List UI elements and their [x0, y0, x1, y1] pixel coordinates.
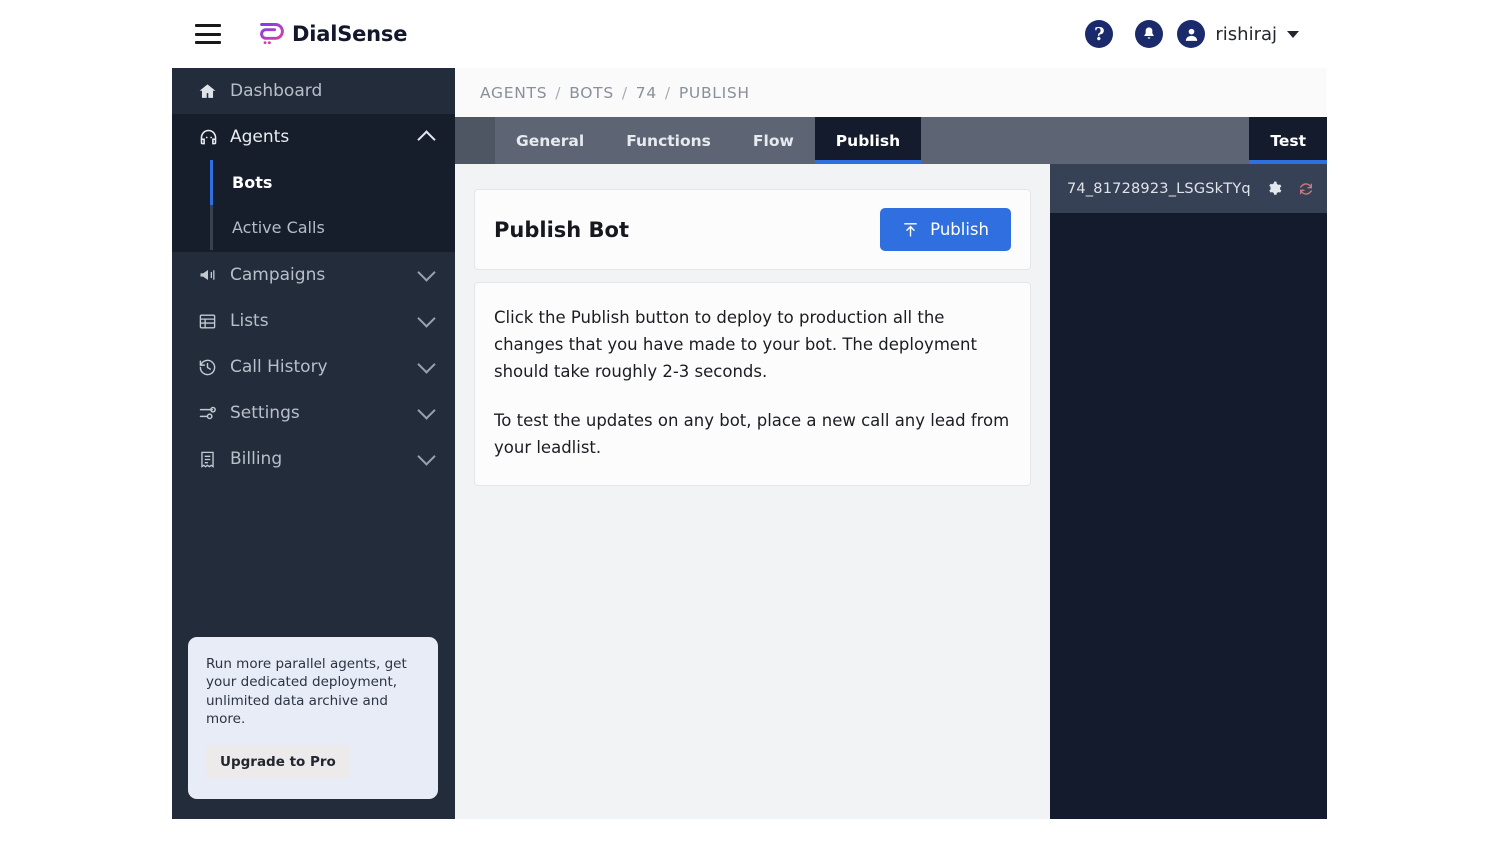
sidebar-item-settings[interactable]: Settings [172, 390, 455, 436]
tab-functions[interactable]: Functions [605, 117, 732, 164]
chevron-up-icon [417, 130, 436, 149]
tab-general[interactable]: General [495, 117, 605, 164]
sidebar-item-campaigns[interactable]: Campaigns [172, 252, 455, 298]
brand-logo[interactable]: DialSense [258, 21, 407, 47]
publish-info-body: Click the Publish button to deploy to pr… [475, 283, 1030, 485]
sidebar-subnav-agents: Bots Active Calls [172, 160, 455, 252]
sidebar-item-billing[interactable]: Billing [172, 436, 455, 482]
publish-info-card: Click the Publish button to deploy to pr… [474, 282, 1031, 487]
breadcrumb-separator: / [555, 83, 562, 102]
sidebar-item-label: Lists [230, 311, 269, 331]
chevron-down-icon [417, 446, 436, 466]
top-header-actions: ? rishiraj [1085, 20, 1299, 48]
publish-button-label: Publish [930, 220, 989, 239]
tab-bar-right: Test [1249, 117, 1327, 164]
sidebar-item-label: Settings [230, 403, 300, 423]
sidebar-item-label: Dashboard [230, 81, 323, 101]
tab-flow[interactable]: Flow [732, 117, 815, 164]
breadcrumb: AGENTS / BOTS / 74 / PUBLISH [455, 68, 1327, 117]
publish-pane: Publish Bot Publish Click the Publish bu… [455, 164, 1050, 819]
brand-name: DialSense [292, 22, 408, 46]
sidebar-subitem-label: Active Calls [232, 218, 325, 237]
publish-header-card: Publish Bot Publish [474, 189, 1031, 270]
breadcrumb-item-publish[interactable]: PUBLISH [679, 84, 750, 102]
breadcrumb-item-bots[interactable]: BOTS [569, 84, 614, 102]
sidebar-item-agents[interactable]: Agents [172, 114, 455, 160]
tab-publish[interactable]: Publish [814, 117, 922, 164]
chevron-down-icon [1287, 30, 1299, 38]
sidebar-item-bots[interactable]: Bots [172, 160, 455, 205]
chevron-down-icon [417, 262, 436, 282]
upload-icon [904, 223, 918, 237]
tab-bar-leading-space [455, 117, 495, 164]
sidebar-item-active-calls[interactable]: Active Calls [172, 205, 455, 250]
sidebar: Dashboard Agents Bots Active Calls Campa… [172, 68, 455, 819]
list-table-icon [198, 312, 224, 331]
sidebar-item-call-history[interactable]: Call History [172, 344, 455, 390]
top-header-bar: DialSense ? rishiraj [172, 0, 1327, 68]
test-panel-header: 74_81728923_LSGSkTYq [1050, 164, 1327, 213]
chevron-down-icon [417, 354, 436, 374]
sidebar-item-lists[interactable]: Lists [172, 298, 455, 344]
test-panel: 74_81728923_LSGSkTYq [1050, 164, 1327, 819]
history-clock-icon [198, 358, 224, 377]
receipt-icon [198, 450, 224, 469]
user-avatar-icon [1177, 20, 1206, 48]
test-panel-body [1050, 213, 1327, 819]
breadcrumb-separator: / [664, 83, 671, 102]
tab-test[interactable]: Test [1249, 117, 1327, 164]
publish-button[interactable]: Publish [880, 208, 1011, 251]
user-name-label: rishiraj [1215, 23, 1277, 45]
sidebar-item-label: Billing [230, 449, 283, 469]
gear-icon[interactable] [1267, 181, 1282, 196]
main-content: AGENTS / BOTS / 74 / PUBLISH General Fun… [455, 68, 1327, 819]
upgrade-promo-text: Run more parallel agents, get your dedic… [206, 655, 407, 728]
publish-card-header: Publish Bot Publish [475, 190, 1030, 269]
page-title: Publish Bot [494, 217, 630, 242]
home-icon [198, 82, 224, 101]
sidebar-item-label: Campaigns [230, 265, 326, 285]
app-window: DialSense ? rishiraj Dashboard Agents Bo… [172, 0, 1327, 819]
content-area: Publish Bot Publish Click the Publish bu… [455, 164, 1327, 819]
upgrade-promo-card: Run more parallel agents, get your dedic… [188, 636, 438, 799]
breadcrumb-item-74[interactable]: 74 [636, 84, 657, 102]
hamburger-menu-icon[interactable] [195, 24, 221, 44]
chevron-down-icon [417, 308, 436, 328]
tab-bar: General Functions Flow Publish Test [455, 117, 1327, 164]
test-session-id: 74_81728923_LSGSkTYq [1067, 180, 1251, 197]
megaphone-icon [198, 265, 224, 285]
sidebar-subitem-label: Bots [232, 173, 273, 192]
dialsense-logo-icon [260, 22, 284, 45]
chevron-down-icon [417, 400, 436, 420]
sliders-icon [198, 403, 224, 423]
publish-instruction-paragraph-2: To test the updates on any bot, place a … [494, 410, 1010, 457]
sidebar-item-dashboard[interactable]: Dashboard [172, 68, 455, 114]
bell-icon[interactable] [1135, 20, 1164, 48]
breadcrumb-separator: / [621, 83, 628, 102]
breadcrumb-item-agents[interactable]: AGENTS [480, 84, 547, 102]
publish-instruction-paragraph-1: Click the Publish button to deploy to pr… [494, 308, 977, 381]
help-circle-icon[interactable]: ? [1085, 20, 1114, 48]
user-menu[interactable]: rishiraj [1177, 20, 1299, 48]
sidebar-item-label: Agents [230, 127, 290, 147]
help-glyph: ? [1094, 23, 1105, 45]
sidebar-item-label: Call History [230, 357, 328, 377]
refresh-icon[interactable] [1298, 181, 1314, 197]
agent-headset-icon [198, 127, 224, 148]
upgrade-to-pro-button[interactable]: Upgrade to Pro [206, 745, 350, 779]
